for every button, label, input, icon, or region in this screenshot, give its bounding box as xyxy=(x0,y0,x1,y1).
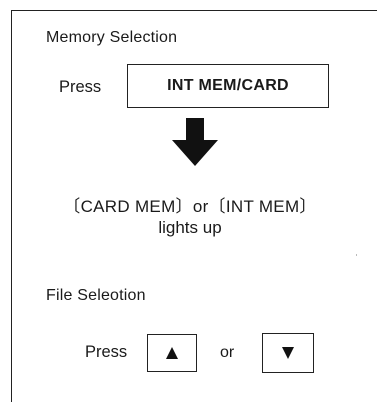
triangle-down-icon xyxy=(282,347,294,359)
arrow-down-icon xyxy=(172,118,218,166)
up-arrow-key[interactable] xyxy=(147,334,197,372)
file-or-label: or xyxy=(220,344,235,361)
down-arrow-key[interactable] xyxy=(262,333,314,373)
memory-selection-title: Memory Selection xyxy=(46,29,178,46)
triangle-up-icon xyxy=(166,347,178,359)
int-mem-card-key-label: INT MEM/CARD xyxy=(167,77,289,94)
scan-speck xyxy=(356,254,357,256)
memory-press-label: Press xyxy=(59,78,102,96)
file-selection-title: File Seleotion xyxy=(46,287,146,304)
memory-result-line2: lights up xyxy=(158,218,222,237)
memory-result-line1: 〔CARD MEM〕or〔INT MEM〕 xyxy=(63,197,317,216)
file-press-label: Press xyxy=(85,343,128,361)
int-mem-card-key[interactable]: INT MEM/CARD xyxy=(127,64,329,108)
